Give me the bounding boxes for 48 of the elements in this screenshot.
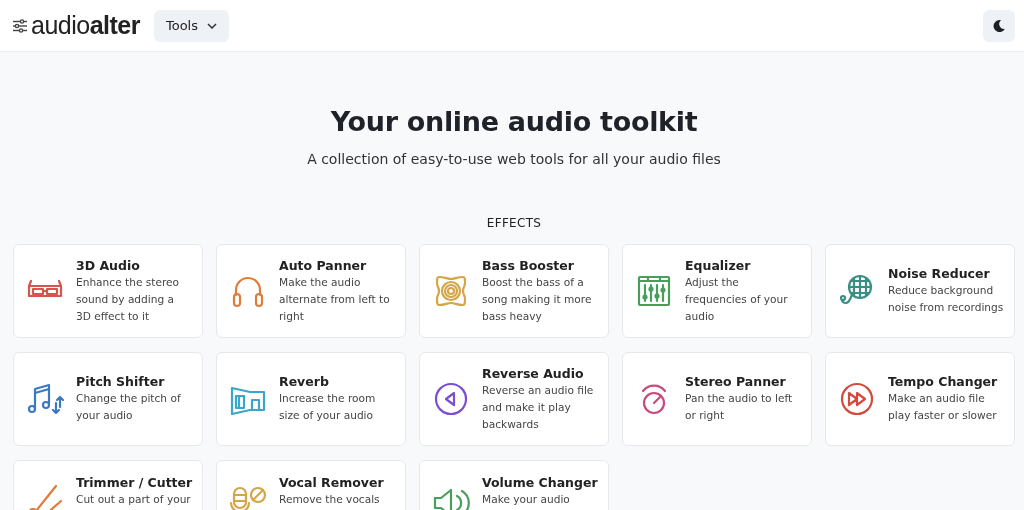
tool-title: Vocal Remover <box>279 475 384 491</box>
tool-card[interactable]: Reverse Audio Reverse an audio file and make it play backwards <box>419 352 609 446</box>
tool-description: Remove the vocals <box>279 492 381 507</box>
tool-description: Make the audio alternate from left to right <box>279 274 391 324</box>
tool-card[interactable]: Auto Panner Make the audio alternate from left to right <box>216 244 406 338</box>
tool-title: Bass Booster <box>482 257 575 274</box>
tool-card[interactable]: Bass Booster Boost the bass of a song making it more bass heavy <box>419 244 609 338</box>
tool-title: 3D Audio <box>76 257 141 274</box>
chevron-down-icon <box>207 22 217 29</box>
tool-card[interactable]: Vocal Remover Remove the vocals <box>216 460 406 510</box>
page-subtitle: A collection of easy-to-use web tools for all your audio files <box>307 151 721 167</box>
tool-title: Equalizer <box>685 257 752 274</box>
tool-card[interactable]: Noise Reducer Reduce background noise from recordings <box>825 244 1015 338</box>
tool-card[interactable]: Volume Changer Make your audio <box>419 460 609 510</box>
tool-title: Stereo Panner <box>685 374 787 390</box>
logo-text[interactable]: audioalter <box>31 11 140 40</box>
sliders-icon <box>12 18 28 33</box>
page-title: Your online audio toolkit <box>330 106 698 137</box>
dark-mode-button[interactable] <box>983 9 1015 42</box>
tool-card[interactable]: 3D Audio Enhance the stereo sound by adding a 3D effect to it <box>13 244 203 338</box>
tool-title: Trimmer / Cutter <box>76 475 193 491</box>
tool-title: Volume Changer <box>482 475 598 491</box>
tools-menu-button[interactable]: Tools <box>154 9 229 42</box>
tool-description: Enhance the stereo sound by adding a 3D effect to it <box>76 274 181 324</box>
tool-title: Noise Reducer <box>888 266 991 282</box>
tool-description: Reduce background noise from recordings <box>888 283 1004 315</box>
tool-title: Tempo Changer <box>888 374 999 390</box>
tool-card[interactable]: Equalizer Adjust the frequencies of your audio <box>622 244 812 338</box>
tool-title: Auto Panner <box>279 257 368 274</box>
tool-title: Reverse Audio <box>482 365 585 382</box>
tool-card[interactable]: Tempo Changer Make an audio file play faster or slower <box>825 352 1015 446</box>
tool-description: Reverse an audio file and make it play backwards <box>482 382 595 432</box>
tool-description: Boost the bass of a song making it more bass heavy <box>482 274 593 324</box>
tool-description: Make your audio <box>482 492 571 507</box>
tool-title: Reverb <box>279 374 330 390</box>
tool-description: Make an audio file play faster or slower <box>888 391 998 423</box>
tool-description: Adjust the frequencies of your audio <box>685 274 789 324</box>
tool-card[interactable]: Pitch Shifter Change the pitch of your audio <box>13 352 203 446</box>
section-heading: EFFECTS <box>486 216 542 230</box>
tool-card[interactable]: Trimmer / Cutter Cut out a part of your <box>13 460 203 510</box>
moon-icon <box>992 18 1006 33</box>
tool-description: Increase the room size of your audio <box>279 391 377 423</box>
tool-description: Pan the audio to left or right <box>685 391 794 423</box>
tool-card[interactable]: Reverb Increase the room size of your audio <box>216 352 406 446</box>
tool-description: Change the pitch of your audio <box>76 391 182 423</box>
tool-description: Cut out a part of your <box>76 492 192 507</box>
tool-card[interactable]: Stereo Panner Pan the audio to left or right <box>622 352 812 446</box>
tool-title: Pitch Shifter <box>76 374 166 390</box>
